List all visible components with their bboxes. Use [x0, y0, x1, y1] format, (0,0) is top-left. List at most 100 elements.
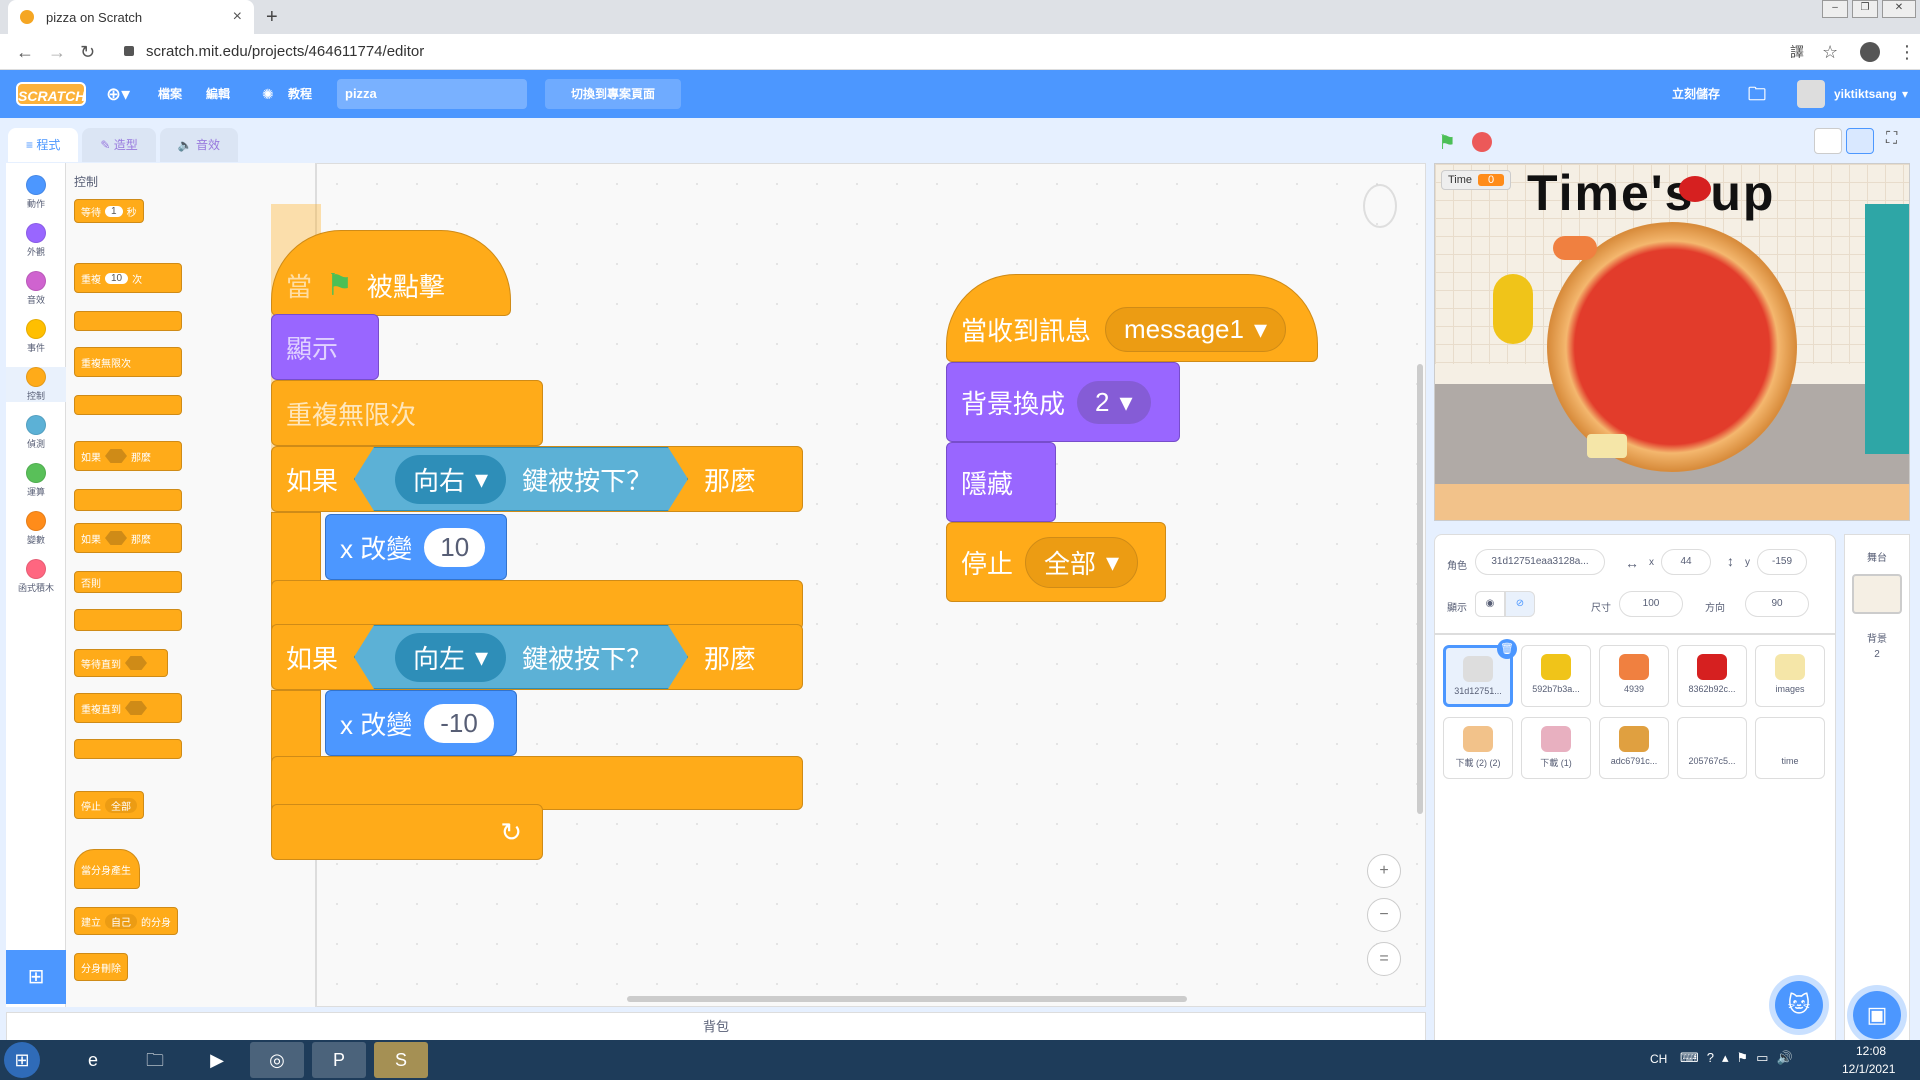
vertical-scrollbar[interactable]: [1417, 364, 1423, 814]
small-stage-icon[interactable]: [1814, 128, 1842, 154]
category-3[interactable]: 音效: [6, 271, 66, 306]
bookmark-star-icon[interactable]: ☆: [1822, 42, 1838, 63]
green-flag-button[interactable]: ⚑: [1438, 130, 1456, 155]
category-7[interactable]: 運算: [6, 463, 66, 498]
stage-canvas[interactable]: Time 0 Time's up: [1434, 163, 1910, 521]
ie-icon[interactable]: e: [66, 1042, 120, 1078]
cheese-sprite[interactable]: [1587, 434, 1627, 458]
sprite-thumb[interactable]: time: [1755, 717, 1825, 779]
back-icon[interactable]: ←: [16, 42, 34, 63]
key-pressed-left-reporter[interactable]: 向左 ▾ 鍵被按下？: [354, 625, 689, 689]
change-x-value-1[interactable]: 10: [424, 527, 486, 567]
palette-repeat-until-bottom[interactable]: [74, 739, 182, 759]
see-project-page-button[interactable]: 切換到專案頁面: [545, 79, 681, 109]
change-x-value-2[interactable]: -10: [424, 703, 494, 743]
palette-create-clone-block[interactable]: 建立 自己 的分身: [74, 907, 178, 935]
zoom-out-icon[interactable]: −: [1367, 898, 1401, 932]
sprite-thumb[interactable]: images: [1755, 645, 1825, 707]
sprite-name-input[interactable]: 31d12751eaa3128a...: [1475, 549, 1605, 575]
powerpoint-icon[interactable]: P: [312, 1042, 366, 1078]
add-extension-button[interactable]: ⊞: [6, 950, 66, 1004]
change-x-neg10-block[interactable]: x 改變 -10: [325, 690, 517, 756]
category-6[interactable]: 偵測: [6, 415, 66, 450]
palette-if-bottom[interactable]: [74, 489, 182, 511]
explorer-icon[interactable]: 🗀: [128, 1042, 182, 1078]
add-sprite-button[interactable]: 🐱: [1775, 981, 1823, 1029]
shrimp-sprite[interactable]: [1553, 236, 1597, 260]
backdrop-dropdown[interactable]: 2 ▾: [1077, 380, 1151, 424]
palette-wait-until-block[interactable]: 等待直到: [74, 649, 168, 677]
url-field[interactable]: scratch.mit.edu/projects/464611774/edito…: [112, 39, 1792, 65]
tab-sounds[interactable]: 🔈 音效: [159, 128, 239, 162]
palette-wait-block[interactable]: 等待 1 秒: [74, 199, 144, 223]
window-close-icon[interactable]: ✕: [1882, 0, 1916, 18]
key-pressed-right-reporter[interactable]: 向右 ▾ 鍵被按下？: [354, 447, 689, 511]
category-1[interactable]: 動作: [6, 175, 66, 210]
hide-block[interactable]: 隱藏: [946, 442, 1056, 522]
menu-dots-icon[interactable]: ⋮: [1898, 42, 1916, 63]
message-dropdown[interactable]: message1 ▾: [1105, 306, 1287, 352]
forward-icon[interactable]: →: [48, 42, 66, 63]
palette-forever-bottom[interactable]: [74, 395, 182, 415]
language-globe-icon[interactable]: ⊕▾: [106, 70, 130, 118]
y-input[interactable]: -159: [1757, 549, 1807, 575]
palette-else-arm[interactable]: 否則: [74, 571, 182, 593]
chrome-icon[interactable]: ◎: [250, 1042, 304, 1078]
clock-time[interactable]: 12:08: [1856, 1044, 1886, 1058]
change-x-10-block[interactable]: x 改變 10: [325, 514, 507, 580]
ime-indicator[interactable]: CH: [1650, 1052, 1667, 1066]
delete-sprite-icon[interactable]: 🗑: [1497, 639, 1517, 659]
stop-dropdown[interactable]: 全部: [105, 797, 137, 813]
edit-menu[interactable]: 編輯: [206, 70, 230, 118]
horizontal-scrollbar[interactable]: [627, 996, 1187, 1002]
project-title-input[interactable]: pizza: [337, 79, 527, 109]
when-receive-hat[interactable]: 當收到訊息 message1 ▾: [946, 274, 1318, 362]
palette-if-block[interactable]: 如果 那麼: [74, 441, 182, 471]
new-tab-icon[interactable]: +: [266, 6, 278, 29]
category-5[interactable]: 控制: [6, 367, 66, 402]
code-workspace[interactable]: 當 ⚑ 被點擊 顯示 重複無限次 如果 向右 ▾ 鍵被按下？ 那麼 x 改變 10 如果 …: [271, 163, 1426, 1007]
stop-button[interactable]: [1472, 132, 1492, 152]
tomato-sprite[interactable]: [1679, 176, 1711, 202]
pineapple-sprite[interactable]: [1493, 274, 1533, 344]
palette-forever-block[interactable]: 重複無限次: [74, 347, 182, 377]
clock-date[interactable]: 12/1/2021: [1842, 1062, 1895, 1076]
key-right-dropdown[interactable]: 向右 ▾: [395, 454, 507, 504]
restore-icon[interactable]: ❐: [1852, 0, 1878, 18]
wait-value[interactable]: 1: [105, 205, 123, 217]
save-now-button[interactable]: 立刻儲存: [1672, 70, 1720, 118]
sprite-thumb[interactable]: 4939: [1599, 645, 1669, 707]
palette-ifelse-block[interactable]: 如果 那麼: [74, 523, 182, 553]
sprite-thumb[interactable]: 205767c5...: [1677, 717, 1747, 779]
tab-costumes[interactable]: ✎ 造型: [82, 128, 156, 162]
category-8[interactable]: 變數: [6, 511, 66, 546]
category-9[interactable]: 函式積木: [6, 559, 66, 594]
sprite-thumb[interactable]: 下載 (2) (2): [1443, 717, 1513, 779]
show-block[interactable]: 顯示: [271, 314, 379, 380]
palette-repeat-bottom[interactable]: [74, 311, 182, 331]
sprite-thumb[interactable]: adc6791c...: [1599, 717, 1669, 779]
sprite-thumb[interactable]: 下載 (1): [1521, 717, 1591, 779]
if-left-key-block[interactable]: 如果 向左 ▾ 鍵被按下？ 那麼: [271, 624, 803, 690]
zoom-reset-icon[interactable]: =: [1367, 942, 1401, 976]
clone-target-dropdown[interactable]: 自己: [105, 913, 137, 929]
scratch-logo[interactable]: SCRATCH: [16, 82, 86, 106]
palette-repeat-block[interactable]: 重複 10 次: [74, 263, 182, 293]
username-menu[interactable]: yiktiktsang: [1834, 70, 1897, 118]
when-flag-clicked-hat[interactable]: 當 ⚑ 被點擊: [271, 230, 511, 316]
if-right-key-block[interactable]: 如果 向右 ▾ 鍵被按下？ 那麼: [271, 446, 803, 512]
translate-icon[interactable]: 譯: [1790, 42, 1804, 62]
start-button[interactable]: ⊞: [4, 1042, 40, 1078]
category-4[interactable]: 事件: [6, 319, 66, 354]
x-input[interactable]: 44: [1661, 549, 1711, 575]
normal-stage-icon[interactable]: [1846, 128, 1874, 154]
zoom-in-icon[interactable]: +: [1367, 854, 1401, 888]
hide-eye-icon[interactable]: ⊘: [1505, 591, 1535, 617]
fullscreen-icon[interactable]: ⛶: [1886, 130, 1897, 148]
palette-repeat-until-block[interactable]: 重複直到: [74, 693, 182, 723]
switch-backdrop-block[interactable]: 背景換成 2 ▾: [946, 362, 1180, 442]
backdrop-thumbnail[interactable]: [1852, 574, 1902, 614]
chevron-down-icon[interactable]: ▾: [1902, 70, 1908, 118]
scratch-app-icon[interactable]: S: [374, 1042, 428, 1078]
palette-clone-start-hat[interactable]: 當分身產生: [74, 849, 140, 889]
